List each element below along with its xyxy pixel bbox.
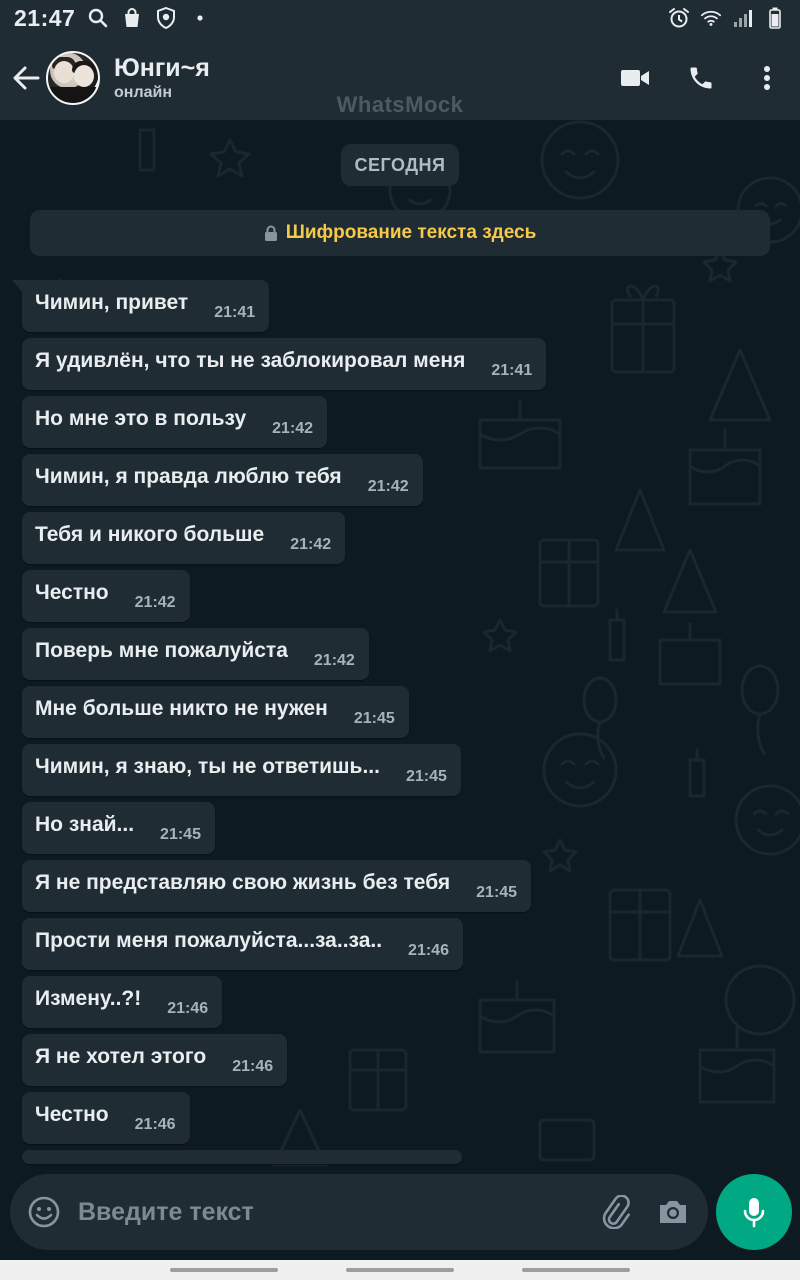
video-call-icon	[621, 70, 649, 86]
encryption-text: Шифрование текста здесь	[285, 222, 537, 243]
message-bubble[interactable]: Честно 21:46	[22, 1092, 190, 1144]
message-time: 21:41	[214, 304, 256, 321]
message-text: Я не хотел этого	[35, 1045, 207, 1068]
message-bubble[interactable]: Честно 21:42	[22, 570, 190, 622]
battery-icon	[764, 7, 786, 29]
message-bubble[interactable]: Я удивлён, что ты не заблокировал меня 2…	[22, 338, 547, 390]
message-bubble[interactable]: Тебя и никого больше 21:42	[22, 512, 346, 564]
message-bubble[interactable]: Мне больше никто не нужен 21:45	[22, 686, 409, 738]
nav-back-handle[interactable]	[522, 1268, 630, 1272]
phone-icon	[690, 67, 712, 89]
nav-recent-handle[interactable]	[170, 1268, 278, 1272]
lock-icon	[264, 225, 277, 241]
message-input[interactable]	[64, 1174, 586, 1250]
message-text: Чимин, привет	[35, 291, 189, 314]
contact-name: Юнги~я	[114, 54, 210, 82]
shield-icon	[155, 7, 177, 29]
message-bubble[interactable]: Чимин, привет 21:41	[11, 280, 270, 332]
message-text: Я удивлён, что ты не заблокировал меня	[35, 349, 466, 372]
chat-area[interactable]: СЕГОДНЯ Шифрование текста здесь Чимин, п…	[0, 120, 800, 1166]
message-bubble[interactable]: Поверь мне пожалуйста 21:42	[22, 628, 369, 680]
input-bar	[0, 1166, 800, 1260]
wifi-icon	[700, 7, 722, 29]
mic-button[interactable]	[716, 1174, 792, 1250]
message-time: 21:42	[290, 536, 332, 553]
message-text: Чимин, я знаю, ты не ответишь...	[35, 755, 380, 778]
message-bubble[interactable]: Измену..?! 21:46	[22, 976, 223, 1028]
message-bubble-partial[interactable]	[22, 1150, 462, 1164]
message-bubble[interactable]: Я не хотел этого 21:46	[22, 1034, 288, 1086]
message-list: Чимин, привет 21:41 Я удивлён, что ты не…	[11, 280, 782, 1166]
message-time: 21:45	[160, 826, 201, 843]
emoji-button[interactable]	[24, 1192, 64, 1232]
camera-button[interactable]	[644, 1174, 702, 1250]
message-bubble[interactable]: Я не представляю свою жизнь без тебя 21:…	[22, 860, 532, 912]
message-time: 21:42	[367, 478, 409, 495]
message-time: 21:45	[476, 884, 518, 901]
message-text: Мне больше никто не нужен	[35, 697, 328, 720]
arrow-left-icon	[13, 66, 40, 90]
dot-icon	[189, 7, 211, 29]
emoji-icon	[28, 1196, 60, 1228]
message-text: Я не представляю свою жизнь без тебя	[35, 871, 451, 894]
message-bubble[interactable]: Чимин, я правда люблю тебя 21:42	[22, 454, 423, 506]
message-time: 21:42	[272, 420, 314, 437]
attach-icon	[602, 1195, 630, 1229]
message-bubble[interactable]: Но знай... 21:45	[22, 802, 215, 854]
nav-home-handle[interactable]	[346, 1268, 454, 1272]
signal-icon	[732, 7, 754, 29]
message-bubble[interactable]: Чимин, я знаю, ты не ответишь... 21:45	[22, 744, 461, 796]
message-text: Честно	[35, 581, 109, 604]
message-time: 21:42	[313, 652, 355, 669]
status-bar: 21:47	[0, 0, 800, 36]
message-time: 21:46	[167, 1000, 209, 1017]
camera-icon	[660, 1201, 686, 1223]
message-text: Прости меня пожалуйста...за..за..	[35, 929, 383, 952]
date-chip: СЕГОДНЯ	[341, 144, 459, 186]
message-time: 21:45	[353, 710, 395, 727]
attach-button[interactable]	[586, 1174, 644, 1250]
message-text: Но знай...	[35, 813, 135, 836]
message-text: Честно	[35, 1103, 109, 1126]
shopping-bag-icon	[121, 7, 143, 29]
message-text: Тебя и никого больше	[35, 523, 265, 546]
message-text: Поверь мне пожалуйста	[35, 639, 288, 662]
system-nav-bar	[0, 1260, 800, 1280]
message-time: 21:41	[491, 362, 533, 379]
message-time: 21:46	[408, 942, 449, 959]
message-bubble[interactable]: Прости меня пожалуйста...за..за.. 21:46	[22, 918, 463, 970]
message-text: Чимин, я правда люблю тебя	[35, 465, 342, 488]
message-time: 21:42	[134, 594, 176, 611]
message-composer	[10, 1174, 708, 1250]
message-time: 21:46	[232, 1058, 274, 1075]
watermark: WhatsMock	[336, 92, 464, 117]
mic-icon	[743, 1198, 765, 1228]
message-time: 21:46	[134, 1116, 176, 1133]
message-text: Но мне это в пользу	[35, 407, 247, 430]
alarm-icon	[668, 7, 690, 29]
message-time: 21:45	[405, 768, 447, 785]
more-vertical-icon	[764, 66, 770, 90]
search-icon	[87, 7, 109, 29]
encryption-banner[interactable]: Шифрование текста здесь	[30, 210, 770, 256]
status-time: 21:47	[14, 4, 76, 31]
message-text: Измену..?!	[35, 987, 142, 1010]
message-bubble[interactable]: Но мне это в пользу 21:42	[22, 396, 328, 448]
